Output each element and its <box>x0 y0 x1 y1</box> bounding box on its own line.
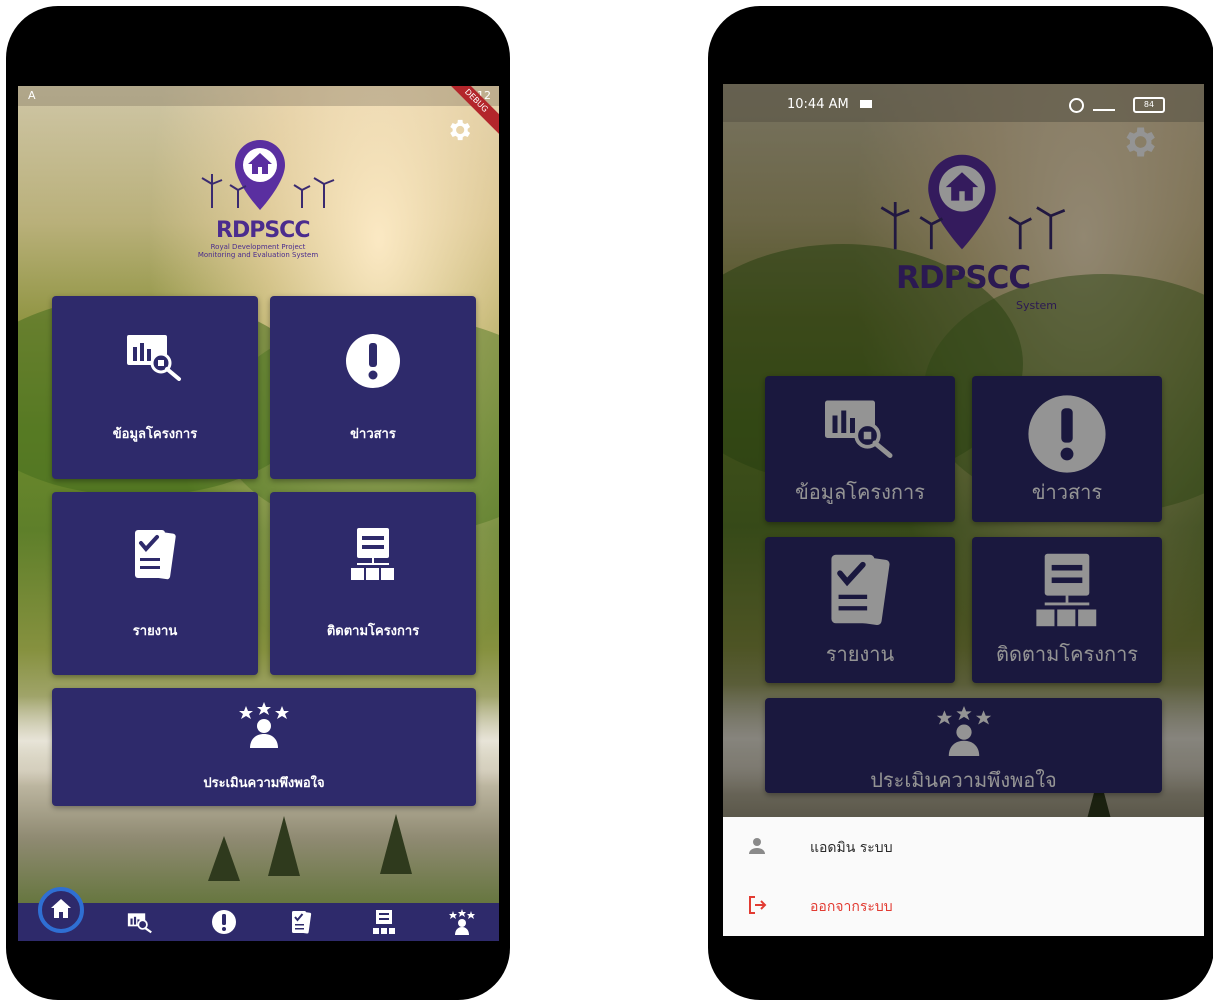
modal-scrim[interactable] <box>723 84 1204 936</box>
chart-search-icon <box>127 335 181 381</box>
logout-label: ออกจากระบบ <box>810 899 893 915</box>
tile-satisfaction-label: ประเมินความพึงพอใจ <box>203 776 325 791</box>
app-screen-home-with-menu: RDPSCC System ข้อมูลโครงการ ข่าวสาร รายง… <box>723 84 1204 936</box>
phone-frame-left: A 9:12 DEBUG RDPSCC Royal Development Pr… <box>6 6 510 1000</box>
tile-project-info-label: ข้อมูลโครงการ <box>112 427 198 442</box>
tile-tracking-label: ติดตามโครงการ <box>326 624 420 639</box>
report-icon <box>135 530 176 580</box>
logo-subtitle-line1: Royal Development Project <box>210 243 306 251</box>
wind-turbine-icon <box>201 174 335 208</box>
logo-subtitle-line2: Monitoring and Evaluation System <box>197 251 319 259</box>
phone-frame-right: RDPSCC System ข้อมูลโครงการ ข่าวสาร รายง… <box>708 6 1213 1000</box>
account-bottom-sheet: แอดมิน ระบบ ออกจากระบบ <box>723 817 1204 936</box>
tree-shape <box>208 836 240 881</box>
battery-icon: 84 <box>1133 97 1165 113</box>
alert-icon <box>346 334 400 388</box>
nav-tracking-icon[interactable] <box>371 909 397 935</box>
status-time: 10:44 AM <box>787 97 849 112</box>
app-screen-home: A 9:12 DEBUG RDPSCC Royal Development Pr… <box>18 86 499 941</box>
menu-item-logout[interactable]: ออกจากระบบ <box>723 876 1204 934</box>
tile-project-info[interactable]: ข้อมูลโครงการ <box>52 296 258 479</box>
alarm-icon <box>1069 98 1084 113</box>
user-name-label: แอดมิน ระบบ <box>810 840 893 856</box>
tile-tracking[interactable]: ติดตามโครงการ <box>270 492 476 675</box>
tree-shape <box>380 814 412 874</box>
menu-item-user[interactable]: แอดมิน ระบบ <box>723 817 1204 875</box>
logout-icon <box>749 896 767 914</box>
home-icon <box>51 899 71 918</box>
logo-subtitle: Royal Development Project Monitoring and… <box>188 243 328 259</box>
status-bar: A 9:12 <box>18 86 499 106</box>
tile-news[interactable]: ข่าวสาร <box>270 296 476 479</box>
nav-chart-search-icon[interactable] <box>127 909 153 935</box>
signal-icon <box>1093 98 1115 111</box>
status-bar: 10:44 AM 84 <box>723 84 1204 122</box>
settings-gear-icon[interactable] <box>445 116 473 144</box>
satisfaction-icon <box>239 702 289 748</box>
tile-report[interactable]: รายงาน <box>52 492 258 675</box>
person-icon <box>749 838 765 854</box>
logo-title: RDPSCC <box>216 218 310 243</box>
bottom-navigation-bar <box>18 903 499 941</box>
mail-icon <box>860 100 872 108</box>
tracking-icon <box>351 528 394 580</box>
tree-shape <box>268 816 300 876</box>
tile-satisfaction[interactable]: ประเมินความพึงพอใจ <box>52 688 476 806</box>
status-badge: A <box>28 89 36 102</box>
nav-satisfaction-icon[interactable] <box>449 909 475 935</box>
nav-alert-icon[interactable] <box>211 909 237 935</box>
nav-home-button[interactable] <box>38 887 84 933</box>
nav-report-icon[interactable] <box>288 909 314 935</box>
tile-news-label: ข่าวสาร <box>350 427 396 442</box>
tile-report-label: รายงาน <box>132 624 178 639</box>
